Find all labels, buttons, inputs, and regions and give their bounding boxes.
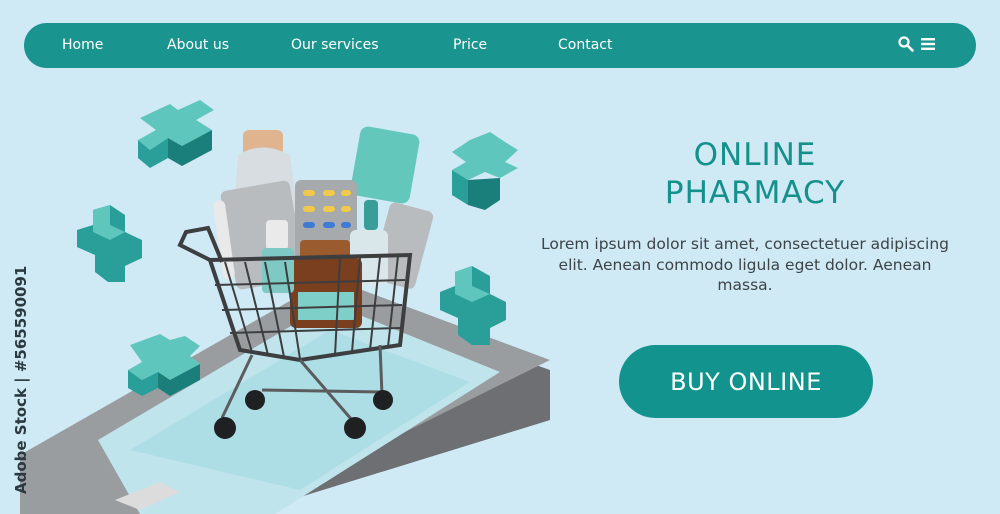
nav-icons	[898, 36, 936, 52]
nav-item-home[interactable]: Home	[62, 37, 103, 53]
title-line-1: ONLINE	[693, 137, 817, 173]
medical-cross-icon	[452, 132, 518, 210]
stock-id-text: Adobe Stock | #565590091	[12, 265, 30, 494]
nav-item-our-services[interactable]: Our services	[291, 37, 379, 53]
nav-item-price[interactable]: Price	[453, 37, 487, 53]
search-icon[interactable]	[898, 36, 914, 52]
title-line-2: PHARMACY	[664, 175, 846, 211]
medical-cross-icon	[138, 100, 214, 168]
nav-item-about-us[interactable]: About us	[167, 37, 229, 53]
page-title: ONLINE PHARMACY	[600, 136, 910, 212]
nav-item-contact[interactable]: Contact	[558, 37, 612, 53]
pharmacy-illustration	[20, 100, 550, 514]
hero-description: Lorem ipsum dolor sit amet, consectetuer…	[540, 235, 950, 294]
buy-online-button[interactable]: BUY ONLINE	[619, 345, 873, 418]
menu-icon[interactable]	[920, 37, 936, 51]
medical-cross-icon	[77, 205, 142, 282]
nav-bar: Home About us Our services Price Contact	[24, 23, 976, 68]
stock-id-watermark: Adobe Stock | #565590091	[6, 265, 32, 505]
